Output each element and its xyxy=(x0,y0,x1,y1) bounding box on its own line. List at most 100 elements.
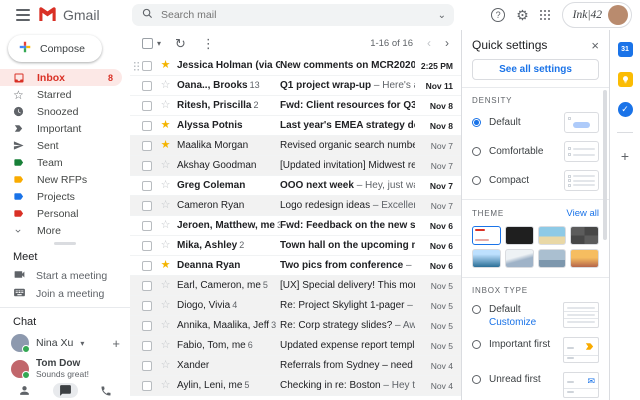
theme-thumbnail-sunset[interactable] xyxy=(570,249,599,268)
compose-button[interactable]: Compose xyxy=(8,35,102,62)
star-icon[interactable]: ☆ xyxy=(159,320,172,331)
email-row[interactable]: ☆ Jeroen, Matthew, me3 Fwd: Feedback on … xyxy=(130,216,461,236)
email-row[interactable]: ☆ Xander Referrals from Sydney – need in… xyxy=(130,356,461,376)
search-options-chevron-icon[interactable]: ⌄ xyxy=(438,10,446,21)
star-icon[interactable]: ☆ xyxy=(159,280,172,291)
theme-thumbnail-lake[interactable] xyxy=(538,249,567,268)
inbox-type-option-important-first[interactable]: Important first xyxy=(472,337,599,363)
inbox-type-option-default[interactable]: Default Customize xyxy=(472,302,599,328)
row-checkbox[interactable] xyxy=(142,81,152,91)
meet-item-join-a-meeting[interactable]: Join a meeting xyxy=(0,285,130,303)
new-chat-plus-icon[interactable]: + xyxy=(112,336,120,351)
row-checkbox[interactable] xyxy=(142,281,152,291)
star-icon[interactable]: ★ xyxy=(159,60,172,71)
select-all-checkbox[interactable] xyxy=(142,38,153,49)
density-option-comfortable[interactable]: Comfortable xyxy=(472,141,599,162)
newer-page-chevron-icon[interactable]: ‹ xyxy=(427,36,431,50)
theme-thumbnail-blue-sky[interactable] xyxy=(472,249,501,268)
theme-thumbnail-static[interactable] xyxy=(570,226,599,245)
email-row[interactable]: ☆ Cameron Ryan Logo redesign ideas – Exc… xyxy=(130,196,461,216)
theme-thumbnail-dark[interactable] xyxy=(505,226,534,245)
sidebar-item-starred[interactable]: ☆ Starred xyxy=(0,86,122,103)
star-icon[interactable]: ☆ xyxy=(159,160,172,171)
star-icon[interactable]: ★ xyxy=(159,140,172,151)
email-row[interactable]: ★ Jessica Holman (via Goog... New commen… xyxy=(130,56,461,76)
email-row[interactable]: ☆ Oana.., Brooks13 Q1 project wrap-up – … xyxy=(130,76,461,96)
star-icon[interactable]: ☆ xyxy=(159,80,172,91)
radio-button[interactable] xyxy=(472,375,481,384)
search-input[interactable] xyxy=(161,9,438,21)
row-checkbox[interactable] xyxy=(142,221,152,231)
radio-button[interactable] xyxy=(472,147,481,156)
help-icon[interactable]: ? xyxy=(491,8,505,22)
density-option-default[interactable]: Default xyxy=(472,112,599,133)
refresh-icon[interactable]: ↻ xyxy=(175,37,186,50)
email-row[interactable]: ☆ Akshay Goodman [Updated invitation] Mi… xyxy=(130,156,461,176)
star-icon[interactable]: ☆ xyxy=(159,360,172,371)
email-row[interactable]: ☆ Ritesh, Priscilla2 Fwd: Client resourc… xyxy=(130,96,461,116)
row-checkbox[interactable] xyxy=(142,101,152,111)
star-icon[interactable]: ☆ xyxy=(159,220,172,231)
older-page-chevron-icon[interactable]: › xyxy=(445,36,449,50)
star-icon[interactable]: ★ xyxy=(159,120,172,131)
theme-view-all-link[interactable]: View all xyxy=(566,208,599,219)
select-dropdown-caret-icon[interactable]: ▾ xyxy=(157,39,161,48)
email-row[interactable]: ☆ Earl, Cameron, me5 [UX] Special delive… xyxy=(130,276,461,296)
chat-contact-tom-dow[interactable]: Tom Dow Sounds great! xyxy=(0,356,130,381)
email-row[interactable]: ★ Deanna Ryan Two pics from conference –… xyxy=(130,256,461,276)
account-pill[interactable]: Ink|42 xyxy=(562,2,632,28)
inbox-type-option-unread-first[interactable]: Unread first ✉ xyxy=(472,372,599,398)
row-checkbox[interactable] xyxy=(142,161,152,171)
star-icon[interactable]: ☆ xyxy=(159,200,172,211)
density-option-compact[interactable]: Compact xyxy=(472,170,599,191)
radio-button[interactable] xyxy=(472,305,481,314)
sidebar-item-team[interactable]: Team xyxy=(0,154,122,171)
row-checkbox[interactable] xyxy=(142,121,152,131)
sidebar-item-projects[interactable]: Projects xyxy=(0,188,122,205)
row-checkbox[interactable] xyxy=(142,361,152,371)
star-icon[interactable]: ☆ xyxy=(159,380,172,391)
star-icon[interactable]: ★ xyxy=(159,260,172,271)
chat-status-chevron-icon[interactable]: ▾ xyxy=(80,339,84,348)
radio-button[interactable] xyxy=(472,340,481,349)
theme-thumbnail-beach[interactable] xyxy=(538,226,567,245)
row-checkbox[interactable] xyxy=(142,321,152,331)
contacts-tab-person-icon[interactable] xyxy=(12,383,37,398)
email-row[interactable]: ☆ Mika, Ashley2 Town hall on the upcomin… xyxy=(130,236,461,256)
more-options-icon[interactable]: ⋮ xyxy=(202,37,215,50)
settings-gear-icon[interactable]: ⚙ xyxy=(516,8,529,22)
row-checkbox[interactable] xyxy=(142,381,152,391)
sidebar-item-new-rfps[interactable]: New RFPs xyxy=(0,171,122,188)
row-checkbox[interactable] xyxy=(142,301,152,311)
email-row[interactable]: ☆ Greg Coleman OOO next week – Hey, just… xyxy=(130,176,461,196)
row-checkbox[interactable] xyxy=(142,181,152,191)
star-icon[interactable]: ☆ xyxy=(159,340,172,351)
email-row[interactable]: ☆ Fabio, Tom, me6 Updated expense report… xyxy=(130,336,461,356)
profile-avatar[interactable] xyxy=(608,5,628,25)
email-row[interactable]: ☆ Diogo, Vivia4 Re: Project Skylight 1-p… xyxy=(130,296,461,316)
email-row[interactable]: ☆ Aylin, Leni, me5 Checking in re: Bosto… xyxy=(130,376,461,396)
chat-self-row[interactable]: Nina Xu ▾ + xyxy=(0,332,130,356)
star-icon[interactable]: ☆ xyxy=(159,300,172,311)
star-icon[interactable]: ☆ xyxy=(159,100,172,111)
sidebar-item-important[interactable]: Important xyxy=(0,120,122,137)
search-icon[interactable] xyxy=(142,8,153,22)
email-row[interactable]: ☆ Annika, Maalika, Jeff3 Re: Corp strate… xyxy=(130,316,461,336)
tasks-icon[interactable]: ✓ xyxy=(618,102,633,117)
get-addons-plus-icon[interactable]: + xyxy=(621,148,629,164)
search-bar[interactable]: ⌄ xyxy=(132,4,454,26)
calls-tab-phone-icon[interactable] xyxy=(94,384,118,398)
theme-thumbnail-mountain[interactable] xyxy=(505,249,534,268)
chat-tab-chat-icon[interactable] xyxy=(53,383,78,398)
close-icon[interactable]: × xyxy=(591,39,599,52)
keep-icon[interactable] xyxy=(618,72,633,87)
email-row[interactable]: ★ Maalika Morgan Revised organic search … xyxy=(130,136,461,156)
sidebar-item-more[interactable]: More xyxy=(0,222,122,239)
drag-handle[interactable] xyxy=(133,61,140,71)
calendar-icon[interactable]: 31 xyxy=(618,42,633,57)
row-checkbox[interactable] xyxy=(142,261,152,271)
meet-item-start-a-meeting[interactable]: Start a meeting xyxy=(0,267,130,285)
radio-button[interactable] xyxy=(472,176,481,185)
row-checkbox[interactable] xyxy=(142,201,152,211)
row-checkbox[interactable] xyxy=(142,61,152,71)
